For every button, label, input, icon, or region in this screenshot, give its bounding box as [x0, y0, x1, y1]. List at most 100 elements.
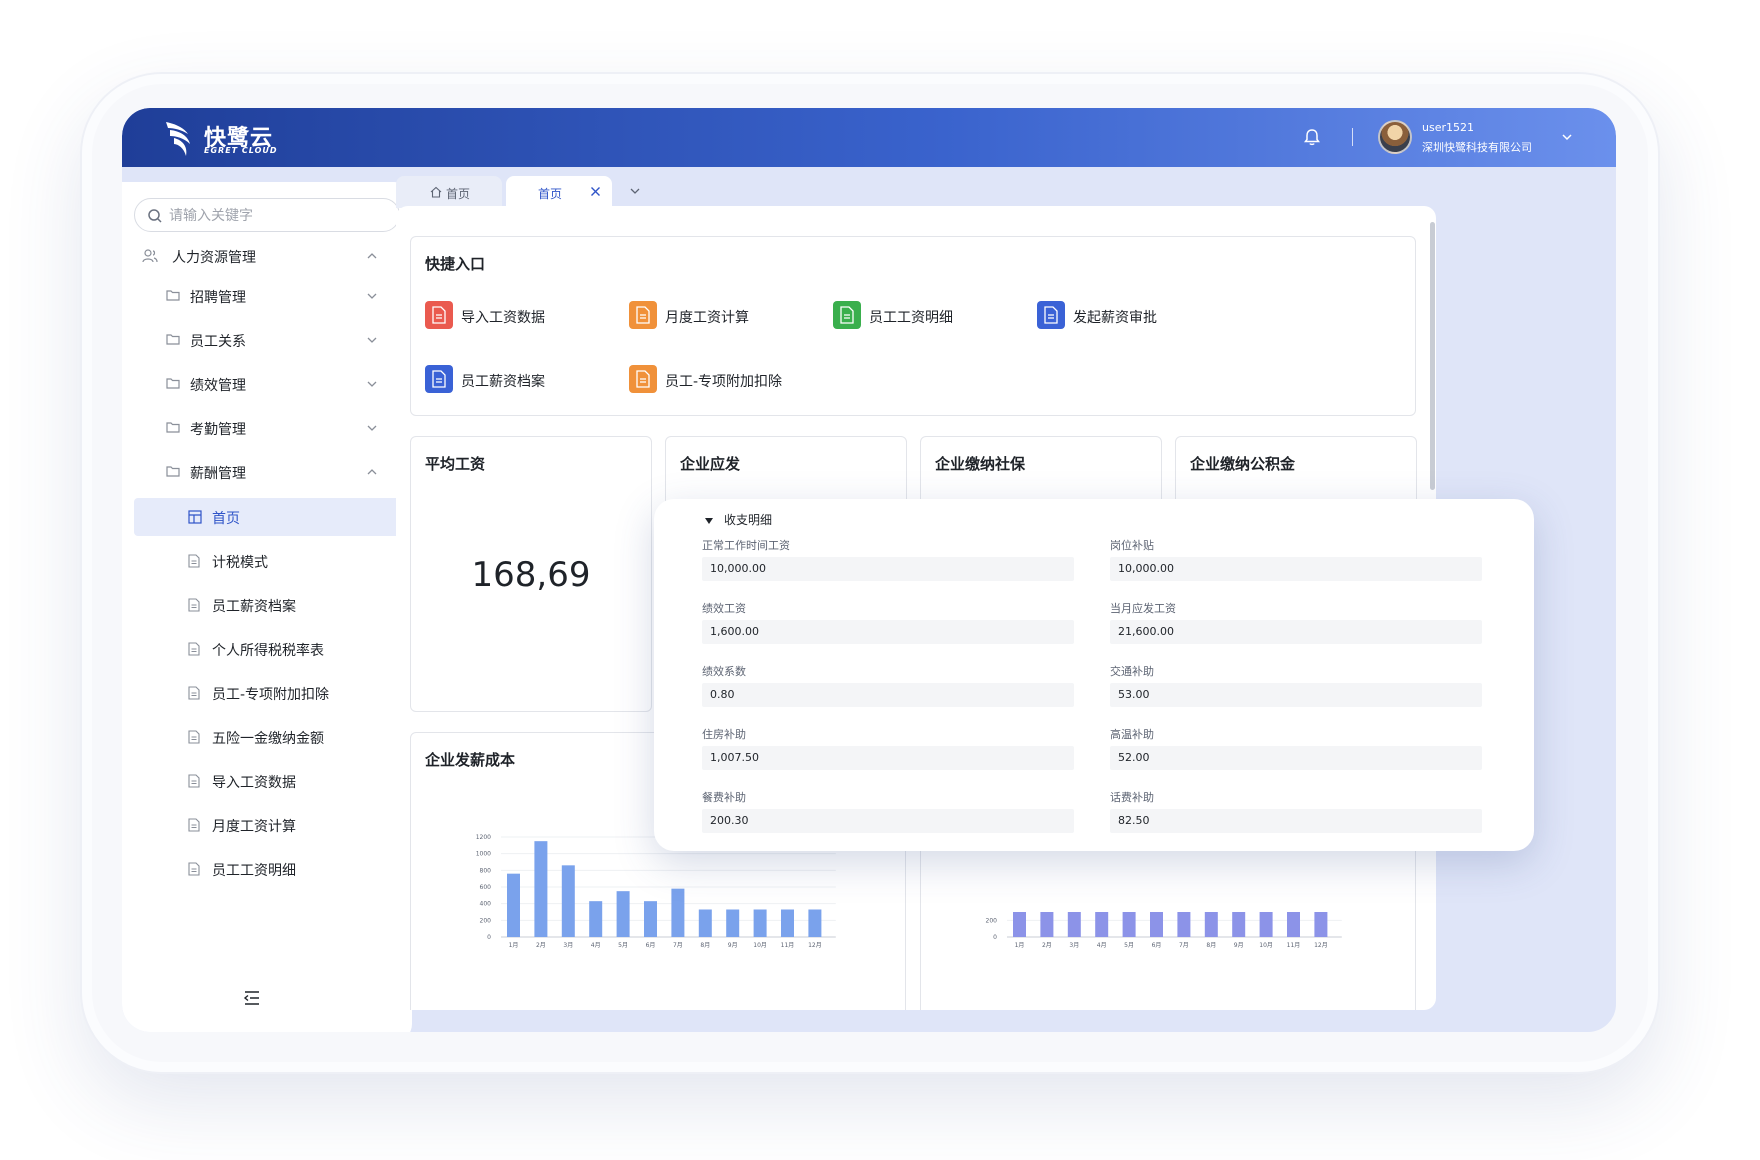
bar[interactable]	[1204, 912, 1218, 937]
bar[interactable]	[507, 873, 520, 937]
tab-home-pinned[interactable]: 首页	[396, 176, 502, 208]
search-box[interactable]	[134, 198, 400, 232]
collapse-menu-icon[interactable]	[242, 988, 262, 1008]
sidebar-item-employee-relations[interactable]: 员工关系	[122, 318, 412, 362]
field-value-box[interactable]: 200.30	[702, 809, 1074, 833]
sidebar-subitem-import-salary[interactable]: 导入工资数据	[134, 762, 400, 800]
quick-item-salary-archive[interactable]: 员工薪资档案	[425, 365, 625, 395]
logo[interactable]: 快鹭云 EGRET CLOUD	[162, 118, 292, 158]
field-value-box[interactable]: 10,000.00	[702, 557, 1074, 581]
sidebar-subitem-special-deduction[interactable]: 员工-专项附加扣除	[134, 674, 400, 712]
folder-icon	[166, 466, 180, 477]
tab-home-active[interactable]: 首页	[506, 176, 612, 208]
document-icon	[188, 818, 200, 832]
field-value: 200.30	[710, 814, 749, 827]
quick-item-approval[interactable]: 发起薪资审批	[1037, 301, 1237, 331]
y-tick-label: 0	[487, 934, 491, 941]
y-tick-label: 200	[986, 917, 998, 924]
field-value-box[interactable]: 82.50	[1110, 809, 1482, 833]
field-value-box[interactable]: 1,600.00	[702, 620, 1074, 644]
document-icon	[188, 686, 200, 700]
user-company[interactable]: 深圳快鹭科技有限公司	[1422, 139, 1532, 155]
bar[interactable]	[534, 841, 548, 937]
card-title: 快捷入口	[425, 255, 486, 273]
app-window: 快鹭云 EGRET CLOUD user1521 深圳快鹭科技有限公司 请输入关…	[122, 108, 1616, 1032]
card-title: 企业发薪成本	[425, 751, 516, 769]
quick-item-monthly-calc[interactable]: 月度工资计算	[629, 301, 829, 331]
bar[interactable]	[1095, 912, 1109, 937]
quick-item-import-salary[interactable]: 导入工资数据	[425, 301, 625, 331]
x-tick-label: 9月	[728, 942, 738, 949]
bar[interactable]	[1122, 912, 1136, 937]
bar[interactable]	[726, 909, 740, 938]
sidebar-item-label: 招聘管理	[190, 290, 246, 306]
field-value-box[interactable]: 1,007.50	[702, 746, 1074, 770]
search-input[interactable]	[167, 204, 391, 228]
field-value-box[interactable]: 53.00	[1110, 683, 1482, 707]
sidebar-subitem-tax-mode[interactable]: 计税模式	[134, 542, 400, 580]
chevron-down-icon[interactable]	[1560, 130, 1574, 144]
sidebar-item-label: 员工关系	[190, 334, 246, 350]
sidebar-subitem-salary-detail[interactable]: 员工工资明细	[134, 850, 400, 888]
bar[interactable]	[589, 901, 603, 937]
bar[interactable]	[753, 909, 767, 938]
sidebar-subitem-monthly-calc[interactable]: 月度工资计算	[134, 806, 400, 844]
bar[interactable]	[561, 865, 575, 937]
x-tick-label: 5月	[618, 942, 628, 949]
bar[interactable]	[644, 901, 657, 937]
bar[interactable]	[1150, 912, 1163, 937]
top-bar: 快鹭云 EGRET CLOUD user1521 深圳快鹭科技有限公司	[122, 108, 1616, 167]
bar[interactable]	[1040, 912, 1054, 937]
close-icon[interactable]	[590, 186, 601, 197]
document-icon	[425, 365, 453, 393]
folder-icon	[166, 290, 180, 301]
tab-label: 首页	[538, 187, 563, 201]
sidebar-root-hr[interactable]: 人力资源管理	[142, 238, 392, 274]
field-label: 话费补助	[1110, 791, 1154, 804]
bar[interactable]	[616, 891, 630, 937]
sidebar-root-label: 人力资源管理	[172, 250, 256, 266]
field-value-box[interactable]: 0.80	[702, 683, 1074, 707]
chevron-up-icon	[367, 469, 377, 475]
bar[interactable]	[1287, 912, 1300, 937]
field-value: 0.80	[710, 688, 735, 701]
bar[interactable]	[1177, 912, 1191, 937]
avatar[interactable]	[1378, 120, 1412, 154]
field-value-box[interactable]: 21,600.00	[1110, 620, 1482, 644]
x-tick-label: 3月	[563, 942, 573, 949]
sidebar-item-recruitment[interactable]: 招聘管理	[122, 274, 412, 318]
quick-item-label: 员工-专项附加扣除	[665, 374, 783, 390]
bar[interactable]	[808, 909, 822, 938]
bar[interactable]	[1067, 912, 1081, 937]
bar[interactable]	[671, 888, 685, 937]
y-tick-label: 800	[480, 867, 492, 874]
x-tick-label: 8月	[700, 942, 710, 949]
field-value-box[interactable]: 52.00	[1110, 746, 1482, 770]
sidebar-subitem-salary-archive[interactable]: 员工薪资档案	[134, 586, 400, 624]
sidebar-subitem-label: 个人所得税税率表	[212, 643, 324, 659]
sidebar-subitem-insurance-amount[interactable]: 五险一金缴纳金额	[134, 718, 400, 756]
bar[interactable]	[781, 909, 794, 938]
sidebar-item-performance[interactable]: 绩效管理	[122, 362, 412, 406]
bar[interactable]	[698, 909, 712, 938]
bar[interactable]	[1232, 912, 1246, 937]
sidebar-subitem-income-tax-table[interactable]: 个人所得税税率表	[134, 630, 400, 668]
sidebar-subitem-home[interactable]: 首页	[134, 498, 400, 536]
chevron-down-icon[interactable]	[628, 184, 642, 198]
chevron-down-icon	[367, 337, 377, 343]
bell-icon[interactable]	[1302, 127, 1322, 147]
sidebar-item-compensation[interactable]: 薪酬管理	[122, 450, 412, 494]
bar[interactable]	[1259, 912, 1273, 937]
sidebar-item-attendance[interactable]: 考勤管理	[122, 406, 412, 450]
user-name[interactable]: user1521	[1422, 121, 1474, 134]
folder-icon	[166, 378, 180, 389]
stat-card-avg-salary: 平均工资 168,69	[410, 436, 652, 712]
card-title: 企业缴纳社保	[935, 455, 1026, 473]
bar[interactable]	[1314, 912, 1328, 937]
field-label: 高温补助	[1110, 728, 1154, 741]
quick-item-special-deduction[interactable]: 员工-专项附加扣除	[629, 365, 829, 395]
bar[interactable]	[1013, 912, 1026, 937]
scrollbar[interactable]	[1430, 222, 1435, 490]
field-value-box[interactable]: 10,000.00	[1110, 557, 1482, 581]
quick-item-salary-detail[interactable]: 员工工资明细	[833, 301, 1033, 331]
